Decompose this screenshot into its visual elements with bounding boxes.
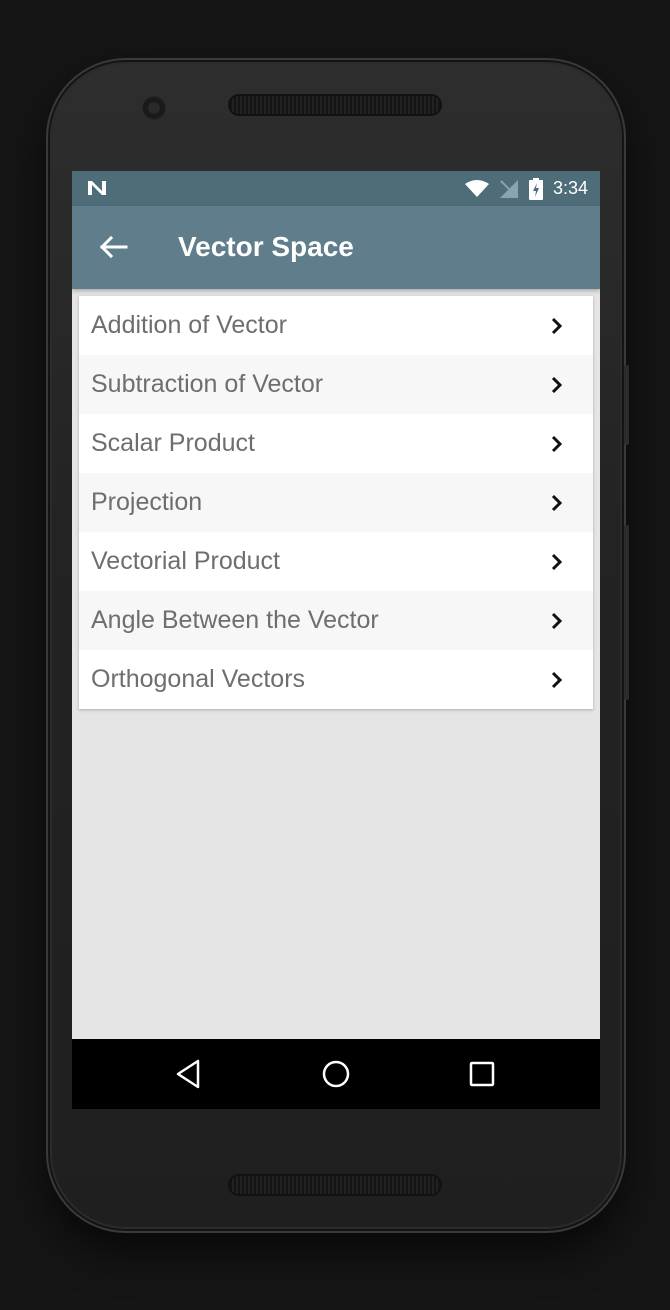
app-bar: Vector Space <box>72 206 600 289</box>
list-item-addition-of-vector[interactable]: Addition of Vector <box>79 296 593 355</box>
status-icons: 3:34 <box>464 171 588 206</box>
status-bar: 3:34 <box>72 171 600 206</box>
top-speaker <box>230 96 440 114</box>
list-item-scalar-product[interactable]: Scalar Product <box>79 414 593 473</box>
list-item-label: Orthogonal Vectors <box>91 665 306 693</box>
list-item-vectorial-product[interactable]: Vectorial Product <box>79 532 593 591</box>
chevron-right-icon <box>551 671 563 688</box>
topic-list: Addition of Vector Subtraction of Vector… <box>79 296 593 709</box>
chevron-right-icon <box>551 317 563 334</box>
list-item-label: Vectorial Product <box>91 547 280 575</box>
page-title: Vector Space <box>178 231 354 262</box>
no-sim-icon <box>499 179 518 198</box>
home-circle-icon[interactable] <box>318 1056 354 1092</box>
chevron-right-icon <box>551 553 563 570</box>
list-item-angle-between-the-vector[interactable]: Angle Between the Vector <box>79 591 593 650</box>
front-camera <box>143 97 165 119</box>
back-triangle-icon[interactable] <box>171 1056 207 1092</box>
list-item-orthogonal-vectors[interactable]: Orthogonal Vectors <box>79 650 593 709</box>
bottom-speaker <box>230 1176 440 1194</box>
status-time: 3:34 <box>552 178 588 198</box>
list-item-label: Scalar Product <box>91 429 255 457</box>
chevron-right-icon <box>551 435 563 452</box>
wifi-icon <box>464 179 489 197</box>
list-item-label: Subtraction of Vector <box>91 370 324 398</box>
volume-button <box>624 525 629 700</box>
list-item-subtraction-of-vector[interactable]: Subtraction of Vector <box>79 355 593 414</box>
list-item-label: Addition of Vector <box>91 311 287 339</box>
system-nav-bar <box>72 1039 600 1109</box>
list-item-label: Projection <box>91 488 203 516</box>
screen: 3:34 Vector Space Addition of Vector Sub… <box>72 171 600 1109</box>
list-item-label: Angle Between the Vector <box>91 606 379 634</box>
back-arrow-icon[interactable] <box>96 230 130 264</box>
recents-square-icon[interactable] <box>464 1056 500 1092</box>
n-logo-icon <box>88 181 106 195</box>
power-button <box>624 365 629 445</box>
chevron-right-icon <box>551 494 563 511</box>
chevron-right-icon <box>551 612 563 629</box>
chevron-right-icon <box>551 376 563 393</box>
list-item-projection[interactable]: Projection <box>79 473 593 532</box>
battery-charging-icon <box>528 177 543 200</box>
